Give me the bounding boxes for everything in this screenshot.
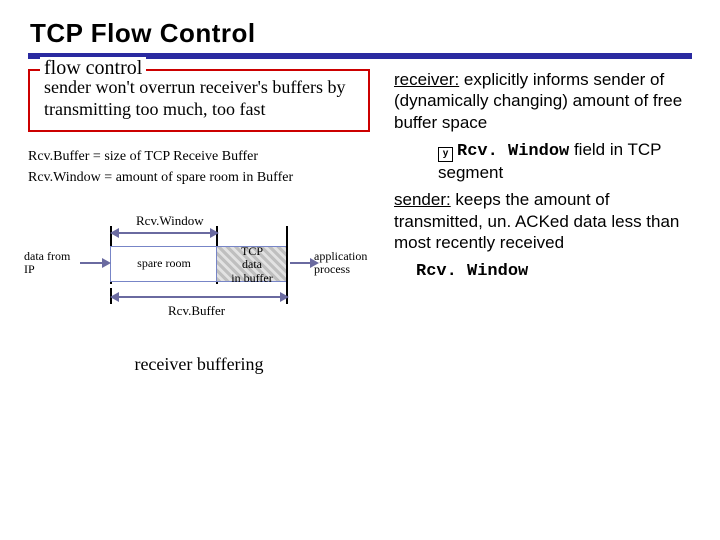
receiver-label: receiver: [394,70,459,89]
flow-control-body: sender won't overrun receiver's buffers … [44,77,354,120]
def-rcvbuffer: Rcv.Buffer = size of TCP Receive Buffer [28,146,370,167]
label-data: TCP data in buffer [217,245,287,285]
diagram-caption: receiver buffering [28,354,370,375]
label-rcvbuffer: Rcv.Buffer [168,304,225,318]
box-tcp-data: TCP data in buffer [216,246,288,282]
slide-title: TCP Flow Control [30,18,692,49]
box-spare-room: spare room [110,246,218,282]
receiver-sub: yRcv. Window field in TCP segment [394,139,692,184]
rcvwindow-code-2: Rcv. Window [416,262,528,281]
arrowhead-icon [102,258,111,268]
arrowhead-icon [210,228,219,238]
def-rcvwindow: Rcv.Window = amount of spare room in Buf… [28,167,370,188]
arrow-rcvwindow [116,232,214,234]
sender-sub: Rcv. Window [394,259,692,282]
arrowhead-icon [110,292,119,302]
sender-label: sender: [394,190,451,209]
arrowhead-icon [110,228,119,238]
flow-control-box: flow control sender won't overrun receiv… [28,69,370,132]
label-data-from-ip: data from IP [24,250,84,276]
definitions: Rcv.Buffer = size of TCP Receive Buffer … [28,146,370,188]
receiver-para: receiver: explicitly informs sender of (… [394,69,692,133]
y-bullet-icon: y [438,147,453,162]
buffer-diagram: Rcv.Window spare room TCP data in buffer… [28,196,368,344]
arrow-rcvbuffer [116,296,284,298]
sender-para: sender: keeps the amount of transmitted,… [394,189,692,253]
label-spare: spare room [111,257,217,270]
arrowhead-icon [280,292,289,302]
label-rcvwindow: Rcv.Window [136,214,204,228]
flow-control-legend: flow control [40,57,146,80]
rcvwindow-code: Rcv. Window [457,142,569,161]
label-application-process: application process [314,250,374,276]
